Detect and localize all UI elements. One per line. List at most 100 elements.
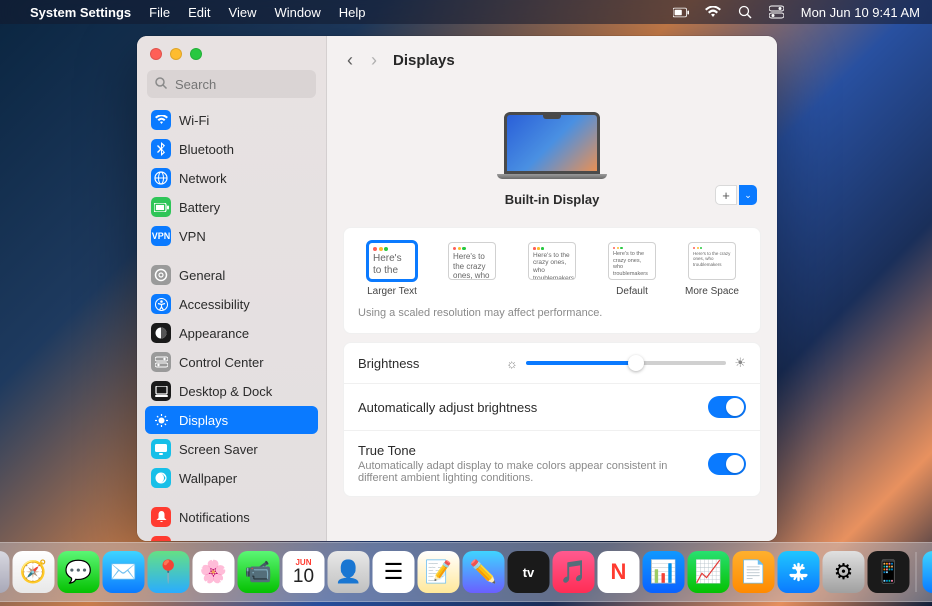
sidebar-item-label: Sound (179, 539, 217, 542)
resolution-note: Using a scaled resolution may affect per… (344, 307, 760, 333)
sun-dim-icon: ☼ (506, 356, 518, 371)
dock-pages[interactable]: 📄 (733, 551, 775, 593)
menu-file[interactable]: File (149, 5, 170, 20)
menu-view[interactable]: View (229, 5, 257, 20)
menu-help[interactable]: Help (339, 5, 366, 20)
vpn-icon: VPN (151, 226, 171, 246)
auto-brightness-label: Automatically adjust brightness (358, 400, 698, 415)
wp-icon (151, 468, 171, 488)
dock-news[interactable]: N (598, 551, 640, 593)
resolution-option-3[interactable]: Here's to the crazy ones, who troublemak… (598, 242, 666, 297)
sidebar-item-wallpaper[interactable]: Wallpaper (145, 464, 318, 492)
dock-settings[interactable]: ⚙ (823, 551, 865, 593)
sidebar-item-wi-fi[interactable]: Wi-Fi (145, 106, 318, 134)
dock-mail[interactable]: ✉️ (103, 551, 145, 593)
dock-contacts[interactable]: 👤 (328, 551, 370, 593)
sidebar-item-desktop-dock[interactable]: Desktop & Dock (145, 377, 318, 405)
dock-reminders[interactable]: ☰ (373, 551, 415, 593)
dd-icon (151, 381, 171, 401)
sidebar-item-label: VPN (179, 229, 206, 244)
bat-icon (151, 197, 171, 217)
sidebar-item-network[interactable]: Network (145, 164, 318, 192)
dock-numbers[interactable]: 📈 (688, 551, 730, 593)
sidebar-item-label: Battery (179, 200, 220, 215)
dock-calendar[interactable]: JUN10 (283, 551, 325, 593)
sidebar-item-label: Wallpaper (179, 471, 237, 486)
sidebar-item-notifications[interactable]: Notifications (145, 503, 318, 531)
sun-bright-icon: ☀ (734, 355, 746, 371)
main-panel: ‹ › Displays Built-in Display + ⌄ Here's… (327, 36, 777, 541)
battery-status-icon[interactable] (673, 4, 689, 20)
search-field[interactable] (147, 70, 316, 98)
dock-keynote[interactable]: 📊 (643, 551, 685, 593)
menubar: System Settings File Edit View Window He… (0, 0, 932, 24)
sidebar-item-general[interactable]: General (145, 261, 318, 289)
clock[interactable]: Mon Jun 10 9:41 AM (801, 5, 920, 20)
dock-notes[interactable]: 📝 (418, 551, 460, 593)
resolution-option-label: Default (598, 286, 666, 297)
sidebar-item-screen-saver[interactable]: Screen Saver (145, 435, 318, 463)
resolution-option-label: Larger Text (358, 286, 426, 297)
laptop-icon[interactable] (497, 112, 607, 184)
close-button[interactable] (150, 48, 162, 60)
acc-icon (151, 294, 171, 314)
sidebar-item-battery[interactable]: Battery (145, 193, 318, 221)
true-tone-label: True Tone (358, 443, 698, 458)
dock-facetime[interactable]: 📹 (238, 551, 280, 593)
window-controls (137, 36, 326, 70)
sidebar-item-sound[interactable]: Sound (145, 532, 318, 541)
resolution-option-0[interactable]: Here's to the crazy ones, who troublemak… (358, 242, 426, 297)
sidebar-item-accessibility[interactable]: Accessibility (145, 290, 318, 318)
minimize-button[interactable] (170, 48, 182, 60)
disp-icon (151, 410, 171, 430)
dock-downloads[interactable]: ⬇ (923, 551, 932, 593)
dock-maps[interactable]: 📍 (148, 551, 190, 593)
sidebar: Wi-FiBluetooth Network Battery VPN VPN Genera… (137, 36, 327, 541)
add-display-dropdown[interactable]: ⌄ (739, 185, 757, 205)
resolution-option-2[interactable]: Here's to the crazy ones, who troublemak… (518, 242, 586, 297)
wifi-status-icon[interactable] (705, 4, 721, 20)
snd-icon (151, 536, 171, 541)
spotlight-icon[interactable] (737, 4, 753, 20)
dock-iphone[interactable]: 📱 (868, 551, 910, 593)
dock-launchpad[interactable]: ▦ (0, 551, 10, 593)
sidebar-item-displays[interactable]: Displays (145, 406, 318, 434)
dock-appstore[interactable] (778, 551, 820, 593)
auto-brightness-toggle[interactable] (708, 396, 746, 418)
gear-icon (151, 265, 171, 285)
resolution-option-1[interactable]: Here's to the crazy ones, who troublemak… (438, 242, 506, 297)
resolution-option-4[interactable]: Here's to the crazy ones, who troublemak… (678, 242, 746, 297)
sidebar-item-bluetooth[interactable]: Bluetooth (145, 135, 318, 163)
search-input[interactable] (147, 70, 316, 98)
true-tone-row: True Tone Automatically adapt display to… (344, 430, 760, 496)
brightness-label: Brightness (358, 356, 419, 371)
dock-photos[interactable]: 🌸 (193, 551, 235, 593)
menu-window[interactable]: Window (274, 5, 320, 20)
sidebar-item-label: Control Center (179, 355, 264, 370)
sidebar-item-vpn[interactable]: VPN VPN (145, 222, 318, 250)
wifi-icon (151, 110, 171, 130)
dock-safari[interactable]: 🧭 (13, 551, 55, 593)
display-name: Built-in Display (345, 192, 759, 207)
dock-music[interactable]: 🎵 (553, 551, 595, 593)
sidebar-item-appearance[interactable]: Appearance (145, 319, 318, 347)
zoom-button[interactable] (190, 48, 202, 60)
ss-icon (151, 439, 171, 459)
sidebar-item-label: Network (179, 171, 227, 186)
dock-freeform[interactable]: ✏️ (463, 551, 505, 593)
true-tone-toggle[interactable] (708, 453, 746, 475)
brightness-slider[interactable] (526, 361, 726, 365)
auto-brightness-row: Automatically adjust brightness (344, 383, 760, 430)
app-menu[interactable]: System Settings (30, 5, 131, 20)
dock-messages[interactable]: 💬 (58, 551, 100, 593)
add-display-button[interactable]: + (715, 185, 737, 205)
page-title: Displays (393, 52, 455, 69)
dock-tv[interactable]: tv (508, 551, 550, 593)
back-button[interactable]: ‹ (345, 48, 355, 73)
net-icon (151, 168, 171, 188)
control-center-icon[interactable] (769, 4, 785, 20)
toolbar: ‹ › Displays (327, 36, 777, 84)
menu-edit[interactable]: Edit (188, 5, 210, 20)
sidebar-item-control-center[interactable]: Control Center (145, 348, 318, 376)
dock: 🙂▦🧭💬✉️📍🌸📹JUN10👤☰📝✏️tv🎵N📊📈📄⚙📱⬇🗑 (0, 542, 932, 602)
